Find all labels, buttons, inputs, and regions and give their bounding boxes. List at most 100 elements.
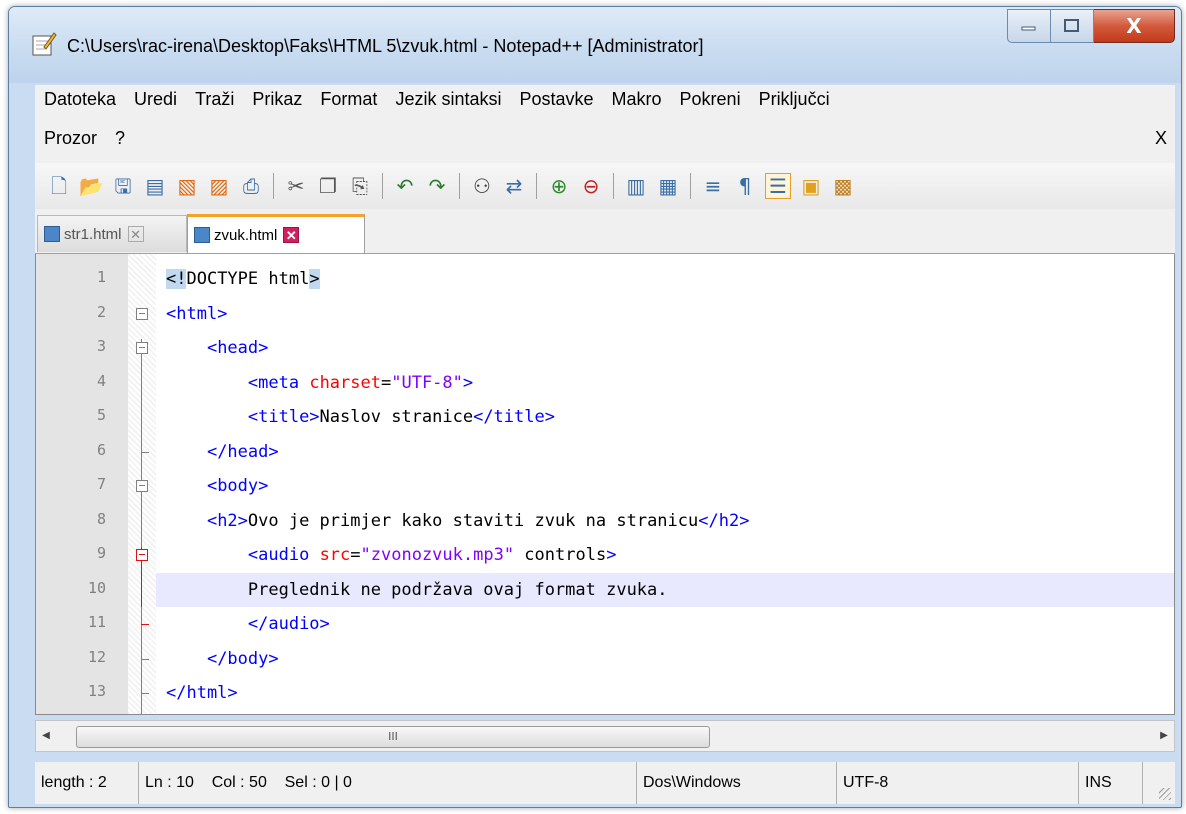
horizontal-scrollbar[interactable]: ◀ III ▶: [35, 720, 1175, 752]
menu-help[interactable]: ?: [106, 128, 134, 149]
code-line-11: 11 </audio>: [36, 607, 1174, 642]
toolbar-separator: [613, 173, 614, 199]
toolbar: 🗋 📂 🖫 ▤ ▧ ▨ ⎙ ✂ ❐ ⎘ ↶ ↷ ⚇ ⇄ ⊕ ⊖ ▥ ▦ ≡ ¶ …: [35, 163, 1175, 210]
line-text: </audio>: [247, 614, 330, 634]
menu-prikaz[interactable]: Prikaz: [243, 89, 311, 110]
sync-horizontal-icon[interactable]: ▦: [656, 174, 680, 198]
scroll-left-icon[interactable]: ◀: [36, 721, 56, 751]
fold-toggle-icon[interactable]: [136, 342, 148, 354]
menu-prikljucci[interactable]: Priključci: [750, 89, 839, 110]
code-line-9: 9 <audio src="zvonozvuk.mp3" controls>: [36, 538, 1174, 573]
print-icon[interactable]: ⎙: [239, 174, 263, 198]
toolbar-separator: [536, 173, 537, 199]
maximize-button[interactable]: [1051, 9, 1094, 43]
close-icon[interactable]: ▧: [175, 174, 199, 198]
file-saved-icon: [44, 226, 60, 242]
fold-toggle-icon[interactable]: [136, 480, 148, 492]
paste-icon[interactable]: ⎘: [348, 174, 372, 198]
status-bar: length : 2 Ln : 10 Col : 50 Sel : 0 | 0 …: [35, 762, 1175, 804]
scroll-right-icon[interactable]: ▶: [1154, 721, 1174, 751]
zoom-out-icon[interactable]: ⊖: [579, 174, 603, 198]
find-icon[interactable]: ⚇: [470, 174, 494, 198]
line-number: 4: [96, 371, 106, 390]
code-line-2: 2 <html>: [36, 297, 1174, 332]
fold-toggle-icon[interactable]: [136, 549, 148, 561]
code-line-8: 8 <h2>Ovo je primjer kako staviti zvuk n…: [36, 504, 1174, 539]
fold-toggle-icon[interactable]: [136, 307, 148, 320]
tab-bar: str1.html ✕ zvuk.html ✕: [35, 209, 1175, 254]
new-file-icon[interactable]: 🗋: [47, 174, 71, 198]
cut-icon[interactable]: ✂: [284, 174, 308, 198]
copy-icon[interactable]: ❐: [316, 174, 340, 198]
line-text: </html>: [166, 683, 238, 703]
open-file-icon[interactable]: 📂: [79, 174, 104, 198]
resize-grip-icon[interactable]: [1159, 788, 1171, 800]
menu-jezik-sintaksi[interactable]: Jezik sintaksi: [386, 89, 510, 110]
menu-row-2: Prozor ?: [35, 128, 1175, 149]
show-all-chars-icon[interactable]: ¶: [733, 174, 757, 198]
toolbar-separator: [459, 173, 460, 199]
maximize-icon: [1064, 19, 1079, 32]
notepad-app-icon: [32, 32, 57, 56]
title-bar[interactable]: C:\Users\rac-irena\Desktop\Faks\HTML 5\z…: [9, 7, 1181, 83]
menu-makro[interactable]: Makro: [603, 89, 671, 110]
close-icon: X: [1126, 14, 1142, 38]
save-icon[interactable]: 🖫: [111, 174, 135, 198]
menu-pokreni[interactable]: Pokreni: [671, 89, 750, 110]
line-number: 13: [87, 682, 106, 700]
menu-datoteka[interactable]: Datoteka: [35, 89, 125, 110]
replace-icon[interactable]: ⇄: [502, 174, 526, 198]
close-document-button[interactable]: X: [1155, 128, 1167, 149]
line-text: <h2>Ovo je primjer kako staviti zvuk na …: [206, 510, 750, 531]
menu-uredi[interactable]: Uredi: [125, 89, 186, 110]
status-position: Ln : 10 Col : 50 Sel : 0 | 0: [139, 762, 637, 804]
line-text: </body>: [206, 648, 279, 669]
menu-trazi[interactable]: Traži: [186, 89, 243, 110]
close-all-icon[interactable]: ▨: [207, 174, 231, 198]
redo-icon[interactable]: ↷: [425, 174, 449, 198]
tab-label: str1.html: [64, 225, 122, 243]
code-line-6: 6 </head>: [36, 435, 1174, 470]
status-length: length : 2: [35, 762, 139, 804]
menu-bar: Datoteka Uredi Traži Prikaz Format Jezik…: [35, 85, 1175, 163]
code-line-10: 10 Preglednik ne podržava ovaj format zv…: [36, 572, 1174, 607]
fold-end-mark: [141, 451, 149, 453]
save-all-icon[interactable]: ▤: [143, 174, 167, 198]
code-editor[interactable]: 1 <!DOCTYPE html> 2 <html> 3 <head> 4 <m…: [35, 254, 1175, 715]
indent-guide-icon[interactable]: ☰: [765, 173, 791, 199]
minimize-icon: [1021, 26, 1036, 31]
fold-end-mark: [141, 624, 149, 625]
undo-icon[interactable]: ↶: [393, 174, 417, 198]
window-controls: X: [1007, 9, 1175, 43]
code-line-7: 7 <body>: [36, 469, 1174, 504]
window-title: C:\Users\rac-irena\Desktop\Faks\HTML 5\z…: [67, 36, 704, 56]
menu-format[interactable]: Format: [311, 89, 386, 110]
fold-end-mark: [141, 658, 149, 660]
code-line-3: 3 <head>: [36, 331, 1174, 366]
minimize-button[interactable]: [1007, 9, 1051, 43]
line-number: 8: [96, 509, 106, 528]
tab-close-icon[interactable]: ✕: [283, 227, 300, 243]
line-text: Preglednik ne podržava ovaj format zvuka…: [156, 572, 1174, 607]
code-line-1: 1 <!DOCTYPE html>: [36, 262, 1174, 297]
line-number: 1: [96, 268, 106, 286]
code-line-4: 4 <meta charset="UTF-8">: [36, 366, 1174, 401]
tab-zvuk-html[interactable]: zvuk.html ✕: [187, 214, 365, 253]
zoom-in-icon[interactable]: ⊕: [547, 174, 571, 198]
line-text: <!DOCTYPE html>: [166, 269, 320, 289]
line-number: 11: [87, 613, 106, 631]
tab-str1-html[interactable]: str1.html ✕: [37, 215, 187, 252]
line-text: <title>Naslov stranice</title>: [247, 407, 555, 427]
toolbar-separator: [690, 173, 691, 199]
user-defined-language-icon[interactable]: ▣: [799, 174, 823, 198]
menu-postavke[interactable]: Postavke: [510, 89, 602, 110]
tab-close-icon[interactable]: ✕: [127, 226, 144, 242]
scroll-thumb[interactable]: III: [76, 726, 710, 748]
document-map-icon[interactable]: ▩: [831, 174, 855, 198]
close-button[interactable]: X: [1094, 9, 1175, 43]
sync-vertical-icon[interactable]: ▥: [624, 174, 648, 198]
code-line-12: 12 </body>: [36, 642, 1174, 677]
line-text: </head>: [206, 441, 279, 462]
menu-prozor[interactable]: Prozor: [35, 128, 106, 149]
word-wrap-icon[interactable]: ≡: [701, 174, 725, 198]
